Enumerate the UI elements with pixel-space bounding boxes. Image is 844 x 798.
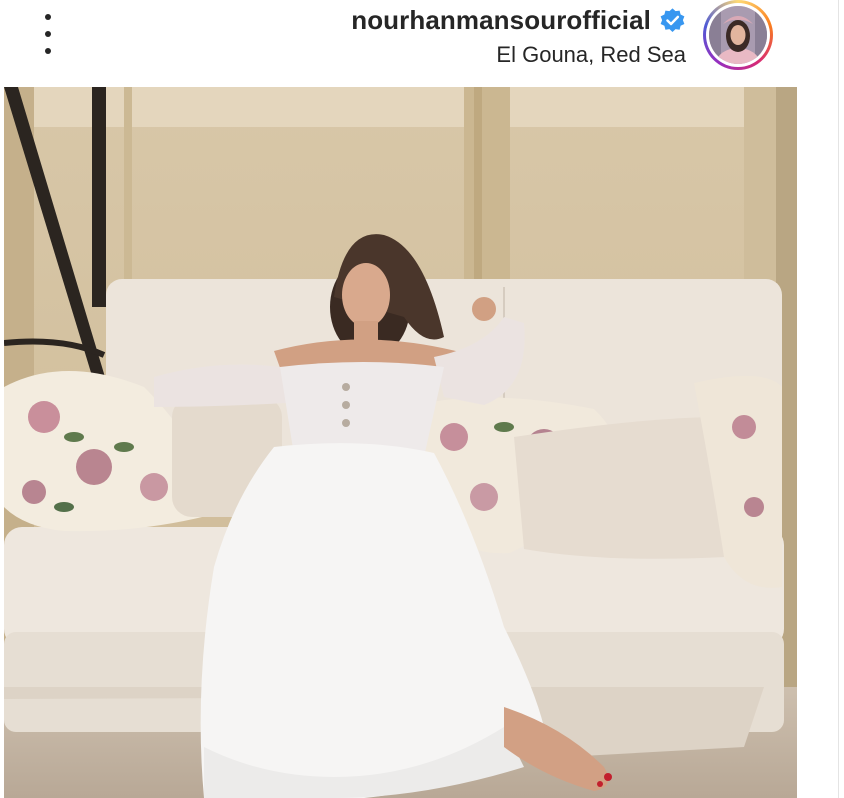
avatar[interactable] [701, 0, 775, 70]
more-vertical-icon [45, 14, 51, 20]
username-row: nourhanmansourofficial [351, 5, 686, 36]
username-link[interactable]: nourhanmansourofficial [351, 5, 651, 36]
divider [838, 0, 839, 798]
avatar-photo [709, 6, 767, 64]
post-header: nourhanmansourofficial El Gouna, Red Sea [0, 0, 844, 86]
post-photo[interactable] [4, 87, 797, 798]
more-options-button[interactable] [36, 14, 60, 54]
verified-badge-icon [660, 8, 685, 32]
location-link[interactable]: El Gouna, Red Sea [351, 42, 686, 68]
more-vertical-icon-dot [45, 31, 51, 37]
user-info: nourhanmansourofficial El Gouna, Red Sea [351, 5, 686, 68]
more-vertical-icon-dot [45, 48, 51, 54]
post-photo-illustration [4, 87, 797, 798]
